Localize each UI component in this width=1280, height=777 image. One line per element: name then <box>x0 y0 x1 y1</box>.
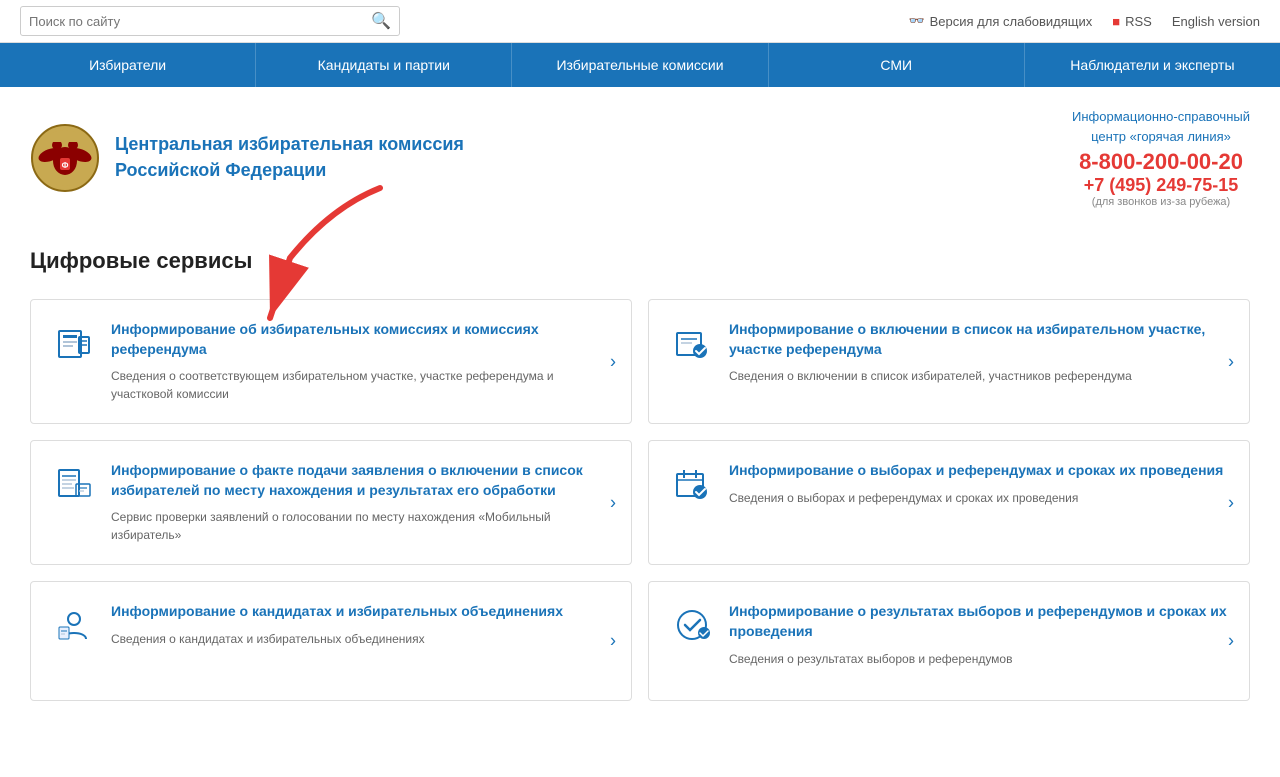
top-right-links: 👓 Версия для слабовидящих ■ RSS English … <box>908 13 1260 29</box>
logo-area: Ф Центральная избирательная комиссия Рос… <box>30 123 464 193</box>
nav-item-observers[interactable]: Наблюдатели и эксперты <box>1025 43 1280 87</box>
search-button[interactable]: 🔍 <box>371 11 391 31</box>
logo-emblem: Ф <box>30 123 100 193</box>
top-bar: 🔍 👓 Версия для слабовидящих ■ RSS Englis… <box>0 0 1280 43</box>
cards-grid: Информирование об избирательных комиссия… <box>30 299 1250 701</box>
card4-desc: Сведения о выборах и референдумах и срок… <box>729 489 1229 507</box>
svg-text:Ф: Ф <box>62 161 69 170</box>
hotline-title: Информационно-справочный центр «горячая … <box>1072 107 1250 146</box>
hotline-area: Информационно-справочный центр «горячая … <box>1072 107 1250 208</box>
card4-icon <box>669 461 714 506</box>
card1-title: Информирование об избирательных комиссия… <box>111 320 611 359</box>
search-input[interactable] <box>29 14 371 29</box>
card5-arrow: › <box>610 631 616 652</box>
card1-icon <box>51 320 96 365</box>
card2-arrow: › <box>1228 351 1234 372</box>
card3-body: Информирование о факте подачи заявления … <box>111 461 611 544</box>
card1-arrow: › <box>610 351 616 372</box>
card6-icon <box>669 602 714 647</box>
hotline-number1: 8-800-200-00-20 <box>1072 149 1250 175</box>
card5-body: Информирование о кандидатах и избиратель… <box>111 602 611 648</box>
card6-desc: Сведения о результатах выборов и референ… <box>729 650 1229 668</box>
section-title: Цифровые сервисы <box>30 248 1250 274</box>
org-title-block: Центральная избирательная комиссия Росси… <box>115 132 464 182</box>
english-label: English version <box>1172 14 1260 29</box>
card2-icon <box>669 320 714 365</box>
main-content: Цифровые сервисы <box>0 228 1280 721</box>
card4-arrow: › <box>1228 492 1234 513</box>
org-title-line2: Российской Федерации <box>115 158 464 183</box>
card2-desc: Сведения о включении в список избирателе… <box>729 367 1229 385</box>
card4-body: Информирование о выборах и референдумах … <box>729 461 1229 507</box>
card3-arrow: › <box>610 492 616 513</box>
card5-desc: Сведения о кандидатах и избирательных об… <box>111 630 611 648</box>
card1-body: Информирование об избирательных комиссия… <box>111 320 611 403</box>
card3-icon <box>51 461 96 506</box>
card6-arrow: › <box>1228 631 1234 652</box>
card3-title: Информирование о факте подачи заявления … <box>111 461 611 500</box>
main-nav: Избиратели Кандидаты и партии Избиратель… <box>0 43 1280 87</box>
nav-item-commissions[interactable]: Избирательные комиссии <box>512 43 768 87</box>
card-results[interactable]: Информирование о результатах выборов и р… <box>648 581 1250 701</box>
vision-icon: 👓 <box>908 13 924 29</box>
card3-desc: Сервис проверки заявлений о голосовании … <box>111 508 611 544</box>
card-application-status[interactable]: Информирование о факте подачи заявления … <box>30 440 632 565</box>
rss-icon: ■ <box>1112 14 1120 29</box>
nav-item-voters[interactable]: Избиратели <box>0 43 256 87</box>
nav-item-media[interactable]: СМИ <box>769 43 1025 87</box>
rss-label: RSS <box>1125 14 1152 29</box>
search-wrapper: 🔍 <box>20 6 400 36</box>
card5-title: Информирование о кандидатах и избиратель… <box>111 602 611 622</box>
nav-item-candidates[interactable]: Кандидаты и партии <box>256 43 512 87</box>
english-link[interactable]: English version <box>1172 14 1260 29</box>
vision-link[interactable]: 👓 Версия для слабовидящих <box>908 13 1092 29</box>
card-commissions-info[interactable]: Информирование об избирательных комиссия… <box>30 299 632 424</box>
hotline-number2: +7 (495) 249-75-15 <box>1072 175 1250 196</box>
card5-icon <box>51 602 96 647</box>
org-title-line1: Центральная избирательная комиссия <box>115 132 464 157</box>
card-voter-list[interactable]: Информирование о включении в список на и… <box>648 299 1250 424</box>
card6-body: Информирование о результатах выборов и р… <box>729 602 1229 667</box>
rss-link[interactable]: ■ RSS <box>1112 14 1152 29</box>
card1-desc: Сведения о соответствующем избирательном… <box>111 367 611 403</box>
card4-title: Информирование о выборах и референдумах … <box>729 461 1229 481</box>
card6-title: Информирование о результатах выборов и р… <box>729 602 1229 641</box>
vision-label: Версия для слабовидящих <box>930 14 1093 29</box>
header-section: Ф Центральная избирательная комиссия Рос… <box>0 87 1280 228</box>
card2-title: Информирование о включении в список на и… <box>729 320 1229 359</box>
card-elections-dates[interactable]: Информирование о выборах и референдумах … <box>648 440 1250 565</box>
hotline-note: (для звонков из-за рубежа) <box>1072 196 1250 208</box>
card-candidates-info[interactable]: Информирование о кандидатах и избиратель… <box>30 581 632 701</box>
card2-body: Информирование о включении в список на и… <box>729 320 1229 385</box>
